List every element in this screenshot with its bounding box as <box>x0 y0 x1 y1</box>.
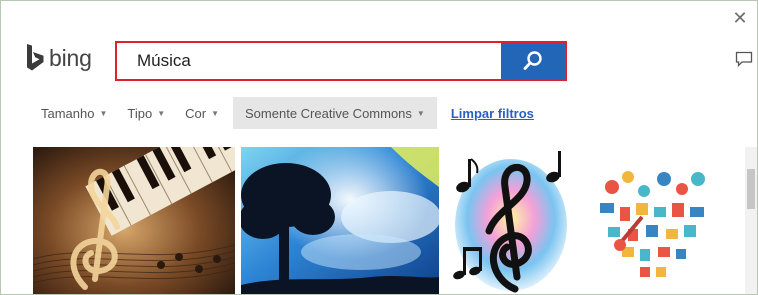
results-scrollbar[interactable] <box>745 147 757 294</box>
bing-logo-icon <box>27 44 44 71</box>
feedback-icon[interactable] <box>735 51 755 71</box>
filter-license[interactable]: Somente Creative Commons ▼ <box>233 97 437 129</box>
close-icon[interactable]: ✕ <box>731 9 749 27</box>
chevron-down-icon: ▼ <box>211 108 220 118</box>
chevron-down-icon: ▼ <box>416 108 425 118</box>
filter-bar: Tamanho ▼ Tipo ▼ Cor ▼ Somente Creative … <box>31 97 534 129</box>
filter-size-label: Tamanho <box>41 105 95 121</box>
image-result[interactable] <box>445 147 575 294</box>
search-input[interactable] <box>117 43 501 79</box>
image-result[interactable] <box>582 147 730 294</box>
tree-blue-sky-image <box>241 147 439 294</box>
search-icon <box>523 51 542 70</box>
filter-size[interactable]: Tamanho ▼ <box>31 97 117 129</box>
treble-clef-notes-image <box>445 147 575 294</box>
clear-filters-link[interactable]: Limpar filtros <box>451 106 534 121</box>
image-search-dialog: ✕ bing Tamanho ▼ Tipo ▼ Cor ▼ <box>0 0 758 295</box>
filter-license-label: Somente Creative Commons <box>245 105 412 121</box>
chevron-down-icon: ▼ <box>157 108 166 118</box>
filter-type-label: Tipo <box>127 105 153 121</box>
search-box <box>115 41 567 81</box>
image-result[interactable] <box>33 147 235 294</box>
scrollbar-thumb[interactable] <box>747 169 755 209</box>
chevron-down-icon: ▼ <box>99 108 108 118</box>
piano-treble-clef-image <box>33 147 235 294</box>
music-icons-heart-image <box>582 147 730 294</box>
search-button[interactable] <box>501 43 565 79</box>
bing-logo: bing <box>25 41 92 75</box>
image-result[interactable] <box>241 147 439 294</box>
filter-type[interactable]: Tipo ▼ <box>117 97 175 129</box>
filter-color[interactable]: Cor ▼ <box>175 97 229 129</box>
filter-color-label: Cor <box>185 105 207 121</box>
bing-logo-text: bing <box>49 44 92 71</box>
